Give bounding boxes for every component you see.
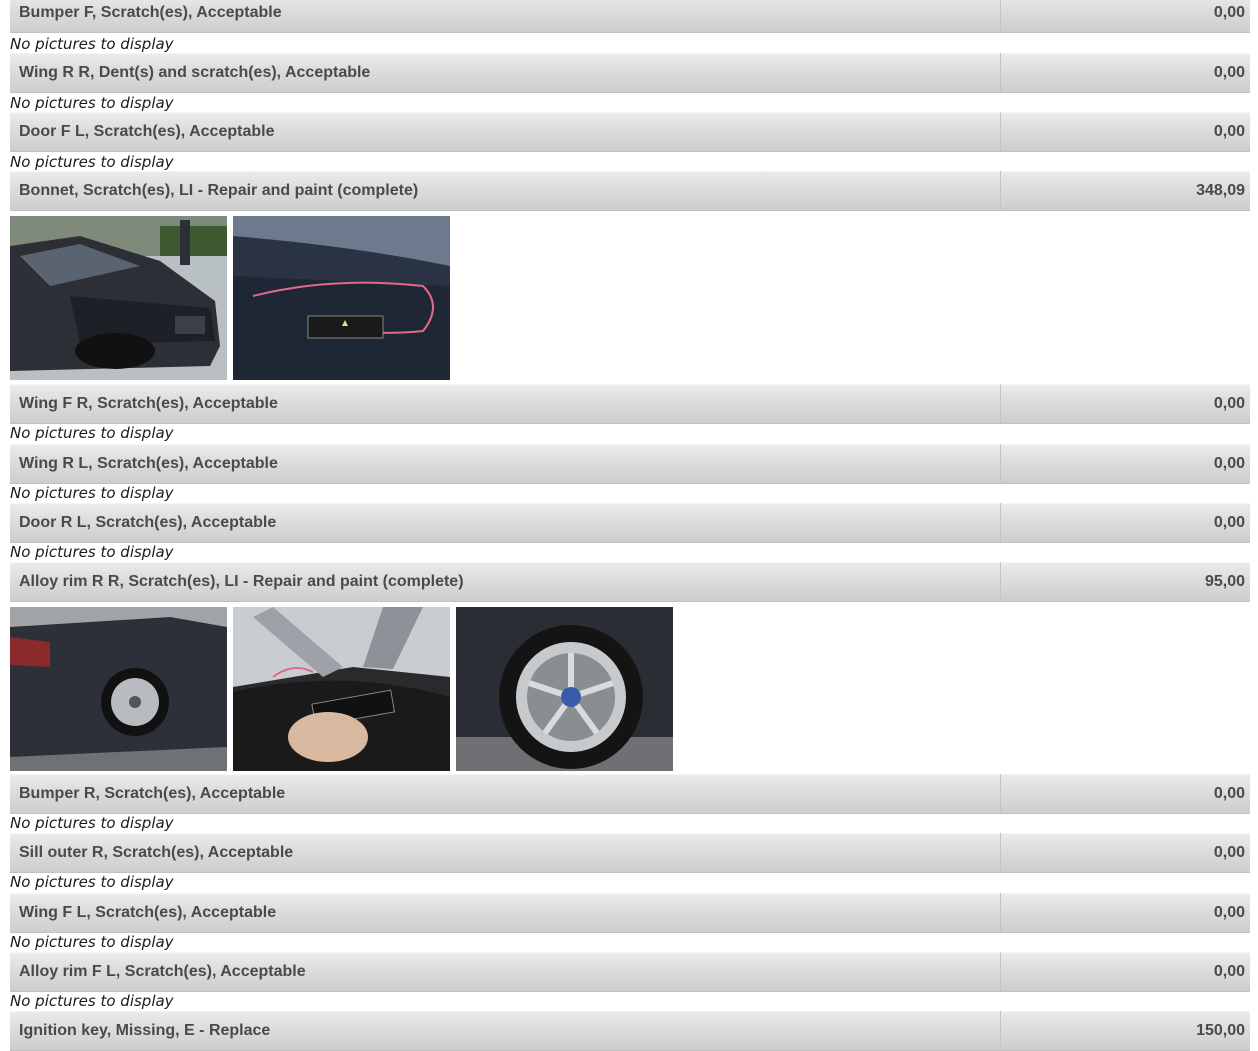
damage-description: Alloy rim R R, Scratch(es), LI - Repair … bbox=[19, 573, 464, 590]
damage-amount: 0,00 bbox=[1213, 904, 1245, 921]
damage-description: Alloy rim F L, Scratch(es), Acceptable bbox=[19, 963, 306, 980]
damage-row[interactable]: Wing R L, Scratch(es), Acceptable 0,00 bbox=[10, 444, 1250, 484]
damage-description: Wing F R, Scratch(es), Acceptable bbox=[19, 395, 278, 412]
damage-description: Bumper R, Scratch(es), Acceptable bbox=[19, 785, 286, 802]
rim-scratch-closeup-photo[interactable] bbox=[233, 607, 450, 771]
damage-row[interactable]: Alloy rim F L, Scratch(es), Acceptable 0… bbox=[10, 952, 1250, 992]
column-divider bbox=[1000, 503, 1001, 543]
wheel-photo[interactable] bbox=[456, 607, 673, 771]
damage-description: Wing F L, Scratch(es), Acceptable bbox=[19, 904, 277, 921]
column-divider bbox=[1000, 444, 1001, 484]
damage-amount: 0,00 bbox=[1213, 64, 1245, 81]
damage-description: Door F L, Scratch(es), Acceptable bbox=[19, 123, 275, 140]
column-divider bbox=[1000, 112, 1001, 152]
damage-description: Wing R R, Dent(s) and scratch(es), Accep… bbox=[19, 64, 371, 81]
no-pictures-label: No pictures to display bbox=[10, 814, 174, 832]
damage-amount: 0,00 bbox=[1213, 785, 1245, 802]
bonnet-scratch-closeup-photo[interactable] bbox=[233, 216, 450, 380]
damage-amount: 0,00 bbox=[1213, 4, 1245, 21]
damage-row[interactable]: Door R L, Scratch(es), Acceptable 0,00 bbox=[10, 503, 1250, 543]
column-divider bbox=[1000, 952, 1001, 992]
damage-description: Ignition key, Missing, E - Replace bbox=[19, 1022, 271, 1039]
column-divider bbox=[1000, 833, 1001, 873]
no-pictures-label: No pictures to display bbox=[10, 94, 174, 112]
damage-amount: 348,09 bbox=[1196, 182, 1245, 199]
damage-description: Sill outer R, Scratch(es), Acceptable bbox=[19, 844, 294, 861]
column-divider bbox=[1000, 893, 1001, 933]
no-pictures-label: No pictures to display bbox=[10, 35, 174, 53]
damage-amount: 0,00 bbox=[1213, 514, 1245, 531]
damage-amount: 0,00 bbox=[1213, 455, 1245, 472]
damage-amount: 0,00 bbox=[1213, 123, 1245, 140]
damage-row[interactable]: Wing R R, Dent(s) and scratch(es), Accep… bbox=[10, 53, 1250, 93]
damage-amount: 0,00 bbox=[1213, 963, 1245, 980]
column-divider bbox=[1000, 774, 1001, 814]
damage-row[interactable]: Door F L, Scratch(es), Acceptable 0,00 bbox=[10, 112, 1250, 152]
damage-row[interactable]: Bonnet, Scratch(es), LI - Repair and pai… bbox=[10, 171, 1250, 211]
damage-row[interactable]: Alloy rim R R, Scratch(es), LI - Repair … bbox=[10, 562, 1250, 602]
damage-row[interactable]: Bumper R, Scratch(es), Acceptable 0,00 bbox=[10, 774, 1250, 814]
no-pictures-label: No pictures to display bbox=[10, 992, 174, 1010]
column-divider bbox=[1000, 384, 1001, 424]
column-divider bbox=[1000, 1011, 1001, 1051]
damage-description: Bonnet, Scratch(es), LI - Repair and pai… bbox=[19, 182, 419, 199]
damage-description: Door R L, Scratch(es), Acceptable bbox=[19, 514, 277, 531]
car-rear-side-photo[interactable] bbox=[10, 607, 227, 771]
damage-amount: 95,00 bbox=[1204, 573, 1245, 590]
damage-row[interactable]: Bumper F, Scratch(es), Acceptable 0,00 bbox=[10, 0, 1250, 33]
column-divider bbox=[1000, 171, 1001, 211]
column-divider bbox=[1000, 0, 1001, 33]
damage-description: Wing R L, Scratch(es), Acceptable bbox=[19, 455, 278, 472]
car-front-bonnet-photo[interactable] bbox=[10, 216, 227, 380]
damage-row[interactable]: Ignition key, Missing, E - Replace 150,0… bbox=[10, 1011, 1250, 1051]
damage-row[interactable]: Wing F R, Scratch(es), Acceptable 0,00 bbox=[10, 384, 1250, 424]
no-pictures-label: No pictures to display bbox=[10, 543, 174, 561]
no-pictures-label: No pictures to display bbox=[10, 484, 174, 502]
no-pictures-label: No pictures to display bbox=[10, 933, 174, 951]
damage-row[interactable]: Wing F L, Scratch(es), Acceptable 0,00 bbox=[10, 893, 1250, 933]
damage-row[interactable]: Sill outer R, Scratch(es), Acceptable 0,… bbox=[10, 833, 1250, 873]
no-pictures-label: No pictures to display bbox=[10, 153, 174, 171]
damage-amount: 0,00 bbox=[1213, 844, 1245, 861]
column-divider bbox=[1000, 53, 1001, 93]
damage-description: Bumper F, Scratch(es), Acceptable bbox=[19, 4, 282, 21]
no-pictures-label: No pictures to display bbox=[10, 424, 174, 442]
damage-amount: 0,00 bbox=[1213, 395, 1245, 412]
no-pictures-label: No pictures to display bbox=[10, 873, 174, 891]
column-divider bbox=[1000, 562, 1001, 602]
damage-amount: 150,00 bbox=[1196, 1022, 1245, 1039]
